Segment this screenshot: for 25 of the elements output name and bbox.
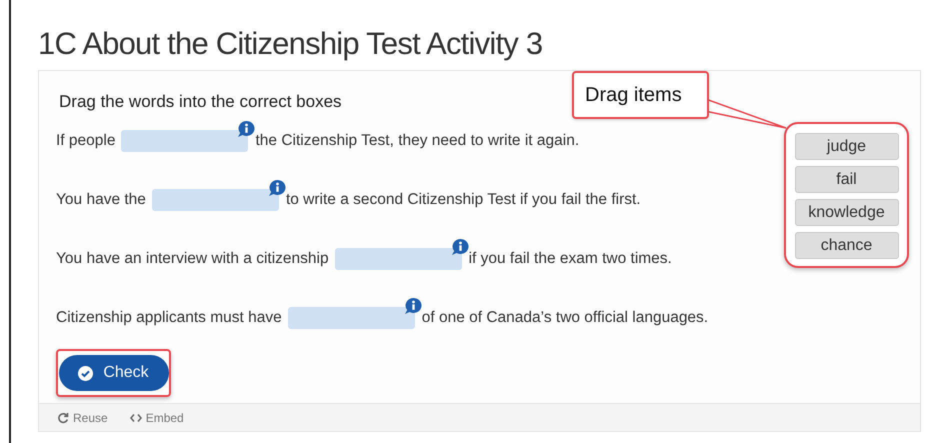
sentence-text: You have the xyxy=(56,190,146,210)
check-icon xyxy=(78,366,94,380)
sentence-text: the Citizenship Test, they need to write it again. xyxy=(255,131,580,152)
footer-link[interactable]: Embed xyxy=(130,408,184,426)
info-icon[interactable] xyxy=(237,120,256,138)
sentence-text: Citizenship applicants must have xyxy=(56,308,282,328)
drag-item[interactable]: knowledge xyxy=(794,199,898,226)
info-icon[interactable] xyxy=(268,179,287,197)
code-icon xyxy=(130,412,142,422)
sentence-text: of one of Canada’s two official languages. xyxy=(422,308,708,328)
sentence-text: if you fail the exam two times. xyxy=(468,249,672,270)
check-button[interactable]: Check xyxy=(58,355,168,391)
page-title: 1C About the Citizenship Test Activity 3 xyxy=(38,25,544,63)
sentence-text: to write a second Citizenship Test if you fail the first. xyxy=(286,190,641,210)
info-icon[interactable] xyxy=(450,238,470,256)
refresh-icon xyxy=(57,412,69,424)
sentence-text: If people xyxy=(56,131,116,152)
drag-item[interactable]: chance xyxy=(794,232,898,259)
footer-link[interactable]: Reuse xyxy=(57,408,108,426)
callout-label: Drag items xyxy=(572,71,709,119)
drag-item[interactable]: fail xyxy=(794,166,898,193)
drag-item[interactable]: judge xyxy=(794,133,898,160)
instruction-text: Drag the words into the correct boxes xyxy=(59,91,342,113)
info-icon[interactable] xyxy=(404,297,423,315)
sentence-text: You have an interview with a citizenship xyxy=(56,249,329,270)
